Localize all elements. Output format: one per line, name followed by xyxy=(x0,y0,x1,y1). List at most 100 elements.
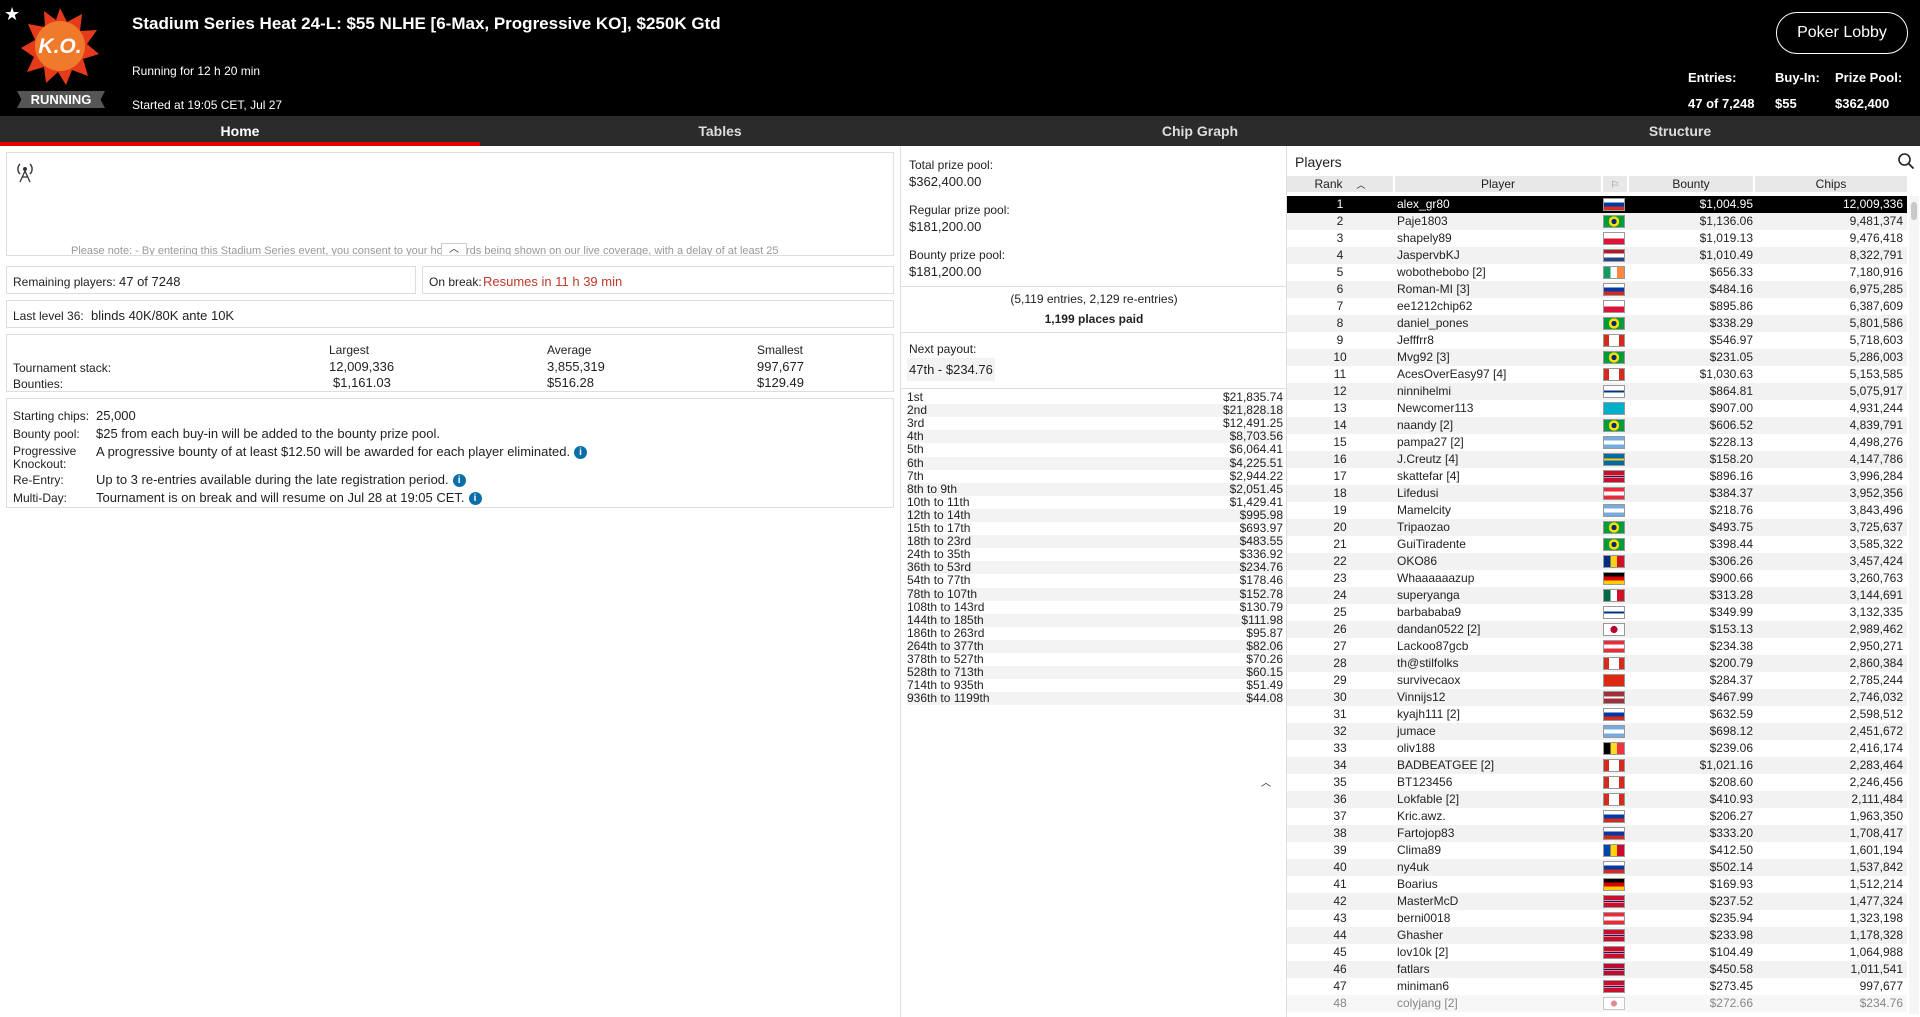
player-rank: 4 xyxy=(1336,248,1344,262)
pko-info-icon[interactable]: i xyxy=(574,446,588,460)
last-level-label: Last level 36: xyxy=(13,309,84,323)
player-bounty: $864.81 xyxy=(1709,384,1753,398)
player-row[interactable]: 7 ee1212chip62 $895.86 6,387,609 xyxy=(1287,298,1907,315)
player-row[interactable]: 15 pampa27 [2] $228.13 4,498,276 xyxy=(1287,434,1907,451)
player-row[interactable]: 48 colyjang [2] $272.66 $234.76 xyxy=(1287,995,1907,1012)
player-row[interactable]: 8 daniel_pones $338.29 5,801,586 xyxy=(1287,315,1907,332)
poker-lobby-button[interactable]: Poker Lobby xyxy=(1776,12,1908,54)
player-row[interactable]: 37 Kric.awz. $206.27 1,963,350 xyxy=(1287,808,1907,825)
player-name: ny4uk xyxy=(1397,860,1430,874)
col-flag[interactable]: ⚐ xyxy=(1603,176,1627,192)
payout-row: 12th to 14th $995.98 xyxy=(907,508,1283,522)
player-row[interactable]: 21 GuiTiradente $398.44 3,585,322 xyxy=(1287,536,1907,553)
country-flag-icon xyxy=(1603,453,1625,466)
payout-place: 936th to 1199th xyxy=(907,691,990,706)
player-row[interactable]: 3 shapely89 $1,019.13 9,476,418 xyxy=(1287,230,1907,247)
player-row[interactable]: 29 survivecaox $284.37 2,785,244 xyxy=(1287,672,1907,689)
player-row[interactable]: 22 OKO86 $306.26 3,457,424 xyxy=(1287,553,1907,570)
col-player[interactable]: Player xyxy=(1395,176,1601,192)
player-row[interactable]: 6 Roman-MI [3] $484.16 6,975,285 xyxy=(1287,281,1907,298)
player-row[interactable]: 2 Paje1803 $1,136.06 9,481,374 xyxy=(1287,213,1907,230)
collapse-payouts-chevron-icon[interactable]: ︿ xyxy=(1261,774,1271,789)
tab-tables[interactable]: Tables xyxy=(480,116,960,146)
payout-place: 144th to 185th xyxy=(907,612,984,627)
player-chips: 3,144,691 xyxy=(1849,588,1903,602)
player-row[interactable]: 30 Vinnijs12 $467.99 2,746,032 xyxy=(1287,689,1907,706)
tab-chip-graph[interactable]: Chip Graph xyxy=(960,116,1440,146)
player-row[interactable]: 45 lov10k [2] $104.49 1,064,988 xyxy=(1287,944,1907,961)
home-panel: Please note: - By entering this Stadium … xyxy=(0,146,900,1017)
multiday-info-icon[interactable]: i xyxy=(468,492,482,506)
player-rank: 3 xyxy=(1336,231,1344,245)
col-chips[interactable]: Chips xyxy=(1755,176,1907,192)
player-row[interactable]: 13 Newcomer113 $907.00 4,931,244 xyxy=(1287,400,1907,417)
tab-home[interactable]: Home xyxy=(0,116,480,146)
search-icon[interactable] xyxy=(1897,152,1915,170)
player-name: Newcomer113 xyxy=(1397,401,1474,415)
player-row[interactable]: 31 kyajh111 [2] $632.59 2,598,512 xyxy=(1287,706,1907,723)
player-rank: 10 xyxy=(1333,350,1347,364)
player-row[interactable]: 20 Tripaozao $493.75 3,725,637 xyxy=(1287,519,1907,536)
players-scrollbar[interactable] xyxy=(1909,196,1919,1014)
player-row[interactable]: 36 Lokfable [2] $410.93 2,111,484 xyxy=(1287,791,1907,808)
player-row[interactable]: 9 Jefffrr8 $546.97 5,718,603 xyxy=(1287,332,1907,349)
player-name: pampa27 [2] xyxy=(1397,435,1464,449)
player-row[interactable]: 14 naandy [2] $606.52 4,839,791 xyxy=(1287,417,1907,434)
player-row[interactable]: 47 miniman6 $273.45 997,677 xyxy=(1287,978,1907,995)
payout-place: 6th xyxy=(907,455,924,470)
favorite-star-icon[interactable]: ★ xyxy=(4,4,20,25)
player-row[interactable]: 26 dandan0522 [2] $153.13 2,989,462 xyxy=(1287,621,1907,638)
player-row[interactable]: 5 wobothebobo [2] $656.33 7,180,916 xyxy=(1287,264,1907,281)
player-row[interactable]: 24 superyanga $313.28 3,144,691 xyxy=(1287,587,1907,604)
break-box: On break: Resumes in 11 h 39 min xyxy=(422,266,894,294)
player-row[interactable]: 11 AcesOverEasy97 [4] $1,030.63 5,153,585 xyxy=(1287,366,1907,383)
payout-place: 186th to 263rd xyxy=(907,625,985,640)
tab-structure[interactable]: Structure xyxy=(1440,116,1920,146)
player-row[interactable]: 38 Fartojop83 $333.20 1,708,417 xyxy=(1287,825,1907,842)
player-row[interactable]: 33 oliv188 $239.06 2,416,174 xyxy=(1287,740,1907,757)
player-row[interactable]: 42 MasterMcD $237.52 1,477,324 xyxy=(1287,893,1907,910)
player-row[interactable]: 23 Whaaaaaazup $900.66 3,260,763 xyxy=(1287,570,1907,587)
player-row[interactable]: 43 berni0018 $235.94 1,323,198 xyxy=(1287,910,1907,927)
stack-stats-box: Largest Average Smallest Tournament stac… xyxy=(6,334,894,392)
player-name: alex_gr80 xyxy=(1397,197,1450,211)
player-rank: 46 xyxy=(1333,962,1347,976)
player-row[interactable]: 34 BADBEATGEE [2] $1,021.16 2,283,464 xyxy=(1287,757,1907,774)
payout-amount: $336.92 xyxy=(1239,547,1283,562)
player-bounty: $231.05 xyxy=(1709,350,1753,364)
player-row[interactable]: 10 Mvg92 [3] $231.05 5,286,003 xyxy=(1287,349,1907,366)
player-row[interactable]: 19 Mamelcity $218.76 3,843,496 xyxy=(1287,502,1907,519)
player-row[interactable]: 4 JaspervbKJ $1,010.49 8,322,791 xyxy=(1287,247,1907,264)
player-row[interactable]: 25 barbababa9 $349.99 3,132,335 xyxy=(1287,604,1907,621)
player-row[interactable]: 17 skattefar [4] $896.16 3,996,284 xyxy=(1287,468,1907,485)
player-row[interactable]: 12 ninnihelmi $864.81 5,075,917 xyxy=(1287,383,1907,400)
player-row[interactable]: 18 Lifedusi $384.37 3,952,356 xyxy=(1287,485,1907,502)
player-row[interactable]: 44 Ghasher $233.98 1,178,328 xyxy=(1287,927,1907,944)
player-name: Jefffrr8 xyxy=(1397,333,1434,347)
player-row[interactable]: 27 Lackoo87gcb $234.38 2,950,271 xyxy=(1287,638,1907,655)
col-rank[interactable]: Rank ︿ xyxy=(1287,176,1393,192)
player-row[interactable]: 1 alex_gr80 $1,004.95 12,009,336 xyxy=(1287,196,1907,213)
payout-amount: $51.49 xyxy=(1246,678,1283,693)
running-for-text: Running for 12 h 20 min xyxy=(132,64,261,78)
player-chips: 12,009,336 xyxy=(1842,197,1903,211)
player-row[interactable]: 40 ny4uk $502.14 1,537,842 xyxy=(1287,859,1907,876)
payout-row: 144th to 185th $111.98 xyxy=(907,612,1283,627)
col-bounty[interactable]: Bounty xyxy=(1629,176,1753,192)
scrollbar-thumb[interactable] xyxy=(1911,202,1917,220)
player-row[interactable]: 41 Boarius $169.93 1,512,214 xyxy=(1287,876,1907,893)
player-chips: 5,801,586 xyxy=(1849,316,1903,330)
country-flag-icon xyxy=(1603,776,1625,789)
flag-column-icon: ⚐ xyxy=(1610,180,1620,191)
player-row[interactable]: 28 th@stilfolks $200.79 2,860,384 xyxy=(1287,655,1907,672)
player-row[interactable]: 35 BT123456 $208.60 2,246,456 xyxy=(1287,774,1907,791)
player-bounty: $284.37 xyxy=(1709,673,1753,687)
player-row[interactable]: 46 fatlars $450.58 1,011,541 xyxy=(1287,961,1907,978)
player-row[interactable]: 16 J.Creutz [4] $158.20 4,147,786 xyxy=(1287,451,1907,468)
reentry-info-icon[interactable]: i xyxy=(452,474,466,488)
player-row[interactable]: 32 jumace $698.12 2,451,672 xyxy=(1287,723,1907,740)
player-row[interactable]: 39 Clima89 $412.50 1,601,194 xyxy=(1287,842,1907,859)
col-rank-label: Rank xyxy=(1314,177,1343,191)
collapse-note-chevron-icon[interactable]: ︿ xyxy=(441,243,467,255)
player-name: barbababa9 xyxy=(1397,605,1462,619)
